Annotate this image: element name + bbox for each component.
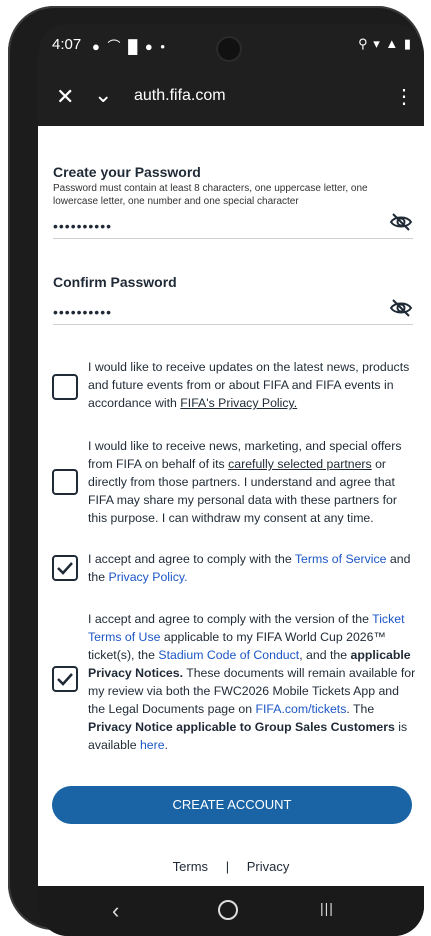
selected-partners-link[interactable]: carefully selected partners <box>228 457 372 471</box>
fifa-privacy-policy-link[interactable]: FIFA's Privacy Policy. <box>180 396 297 410</box>
privacy-policy-link[interactable]: Privacy Policy. <box>109 570 188 584</box>
password-field[interactable]: •••••••••• <box>53 208 413 239</box>
consent-ticket-checkbox[interactable] <box>52 666 78 692</box>
consent-news-checkbox[interactable] <box>52 374 78 400</box>
front-camera <box>216 36 242 62</box>
chevron-down-icon[interactable]: ⌄ <box>94 84 112 106</box>
phone-frame: 4:07 ● ⌒ █ ● • ⚲ ▾ ▲ ▮ ✕ ⌄ auth.fifa.com… <box>8 6 424 936</box>
stadium-code-link[interactable]: Stadium Code of Conduct <box>158 648 299 662</box>
eye-off-icon[interactable] <box>389 296 413 320</box>
more-options-icon[interactable]: ⋮ <box>394 84 414 109</box>
status-time: 4:07 <box>52 36 82 53</box>
home-icon[interactable] <box>218 900 238 920</box>
terms-link[interactable]: Terms <box>173 859 208 874</box>
consent-partners-text: I would like to receive news, marketing,… <box>88 439 402 525</box>
consent-ticket-text: I accept and agree to comply with the ve… <box>88 612 416 752</box>
password-hint: Password must contain at least 8 charact… <box>53 183 368 207</box>
eye-off-icon[interactable] <box>389 210 413 234</box>
confirm-password-value: •••••••••• <box>53 304 113 320</box>
system-icons: ⚲ ▾ ▲ ▮ <box>358 36 412 51</box>
url-text: auth.fifa.com <box>134 87 226 104</box>
privacy-link[interactable]: Privacy <box>247 859 290 874</box>
confirm-password-section: Confirm Password •••••••••• <box>53 274 413 325</box>
footer: Terms | Privacy <box>38 859 424 874</box>
status-bar: 4:07 ● ⌒ █ ● • ⚲ ▾ ▲ ▮ <box>38 24 424 70</box>
consent-partners-checkbox[interactable] <box>52 469 78 495</box>
registration-form: Create your Password Password must conta… <box>38 126 424 886</box>
fifa-tickets-link[interactable]: FIFA.com/tickets <box>256 702 347 716</box>
screen: 4:07 ● ⌒ █ ● • ⚲ ▾ ▲ ▮ ✕ ⌄ auth.fifa.com… <box>38 24 424 936</box>
confirm-password-field[interactable]: •••••••••• <box>53 294 413 325</box>
consent-news-text: I would like to receive updates on the l… <box>88 360 410 410</box>
checkmark-icon <box>57 562 73 575</box>
consent-terms-text: I accept and agree to comply with the Te… <box>88 552 411 584</box>
browser-toolbar: ✕ ⌄ auth.fifa.com ⋮ <box>38 70 424 126</box>
recent-apps-icon[interactable]: ||| <box>320 900 334 916</box>
terms-of-service-link[interactable]: Terms of Service <box>295 552 387 566</box>
consent-terms-checkbox[interactable] <box>52 555 78 581</box>
password-value: •••••••••• <box>53 218 113 234</box>
close-icon[interactable]: ✕ <box>56 86 74 108</box>
notification-icons: ● ⌒ █ ● • <box>92 39 167 54</box>
here-link[interactable]: here <box>140 738 165 752</box>
android-nav-bar: ‹ ||| <box>38 886 424 936</box>
password-label: Create your Password <box>53 164 201 180</box>
confirm-password-label: Confirm Password <box>53 274 177 290</box>
password-section: Create your Password Password must conta… <box>53 164 413 239</box>
back-icon[interactable]: ‹ <box>112 898 119 924</box>
footer-separator: | <box>225 859 230 874</box>
checkmark-icon <box>57 673 73 686</box>
create-account-button[interactable]: CREATE ACCOUNT <box>52 786 412 824</box>
